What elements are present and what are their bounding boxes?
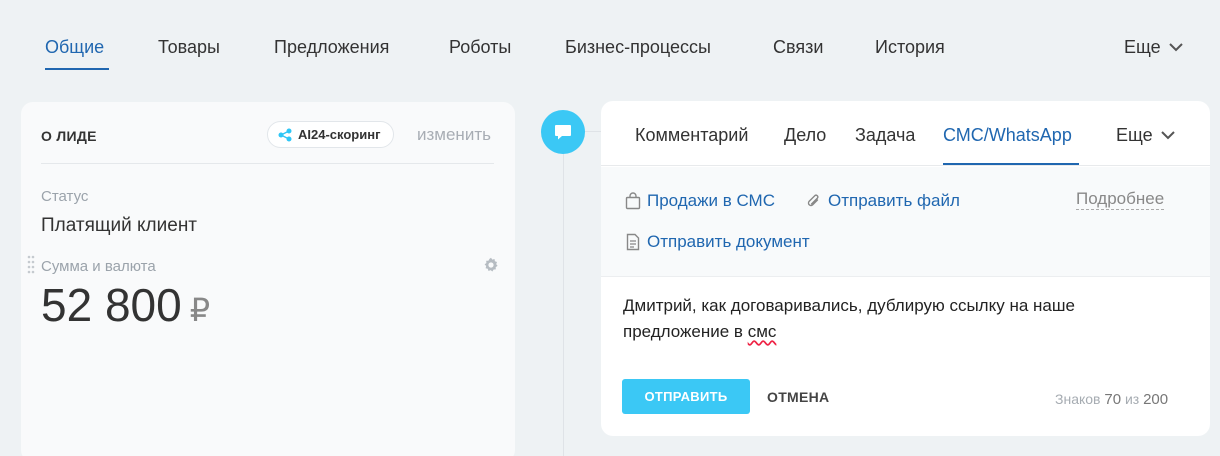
- amount-value[interactable]: 52 800 ₽: [41, 278, 210, 332]
- more-details-link[interactable]: Подробнее: [1076, 189, 1165, 210]
- top-more-button[interactable]: Еще: [1124, 37, 1183, 58]
- ai-scoring-badge[interactable]: AI24-скоринг: [267, 121, 394, 148]
- top-tabs: Общие Товары Предложения Роботы Бизнес-п…: [0, 0, 1220, 96]
- tab-deal[interactable]: Дело: [784, 125, 826, 146]
- activity-more-button[interactable]: Еще: [1116, 125, 1175, 146]
- send-file-label: Отправить файл: [828, 191, 960, 210]
- cancel-button[interactable]: ОТМЕНА: [767, 389, 829, 405]
- gear-icon[interactable]: [483, 257, 499, 273]
- char-counter-value: 70: [1104, 391, 1122, 408]
- tab-offers[interactable]: Предложения: [274, 37, 389, 58]
- send-document-label: Отправить документ: [647, 232, 810, 251]
- chevron-down-icon: [1168, 43, 1183, 52]
- timeline-connector: [585, 131, 601, 132]
- message-textarea[interactable]: Дмитрий, как договаривались, дублирую сс…: [623, 293, 1183, 345]
- status-value[interactable]: Платящий клиент: [41, 215, 197, 237]
- char-counter-max: 200: [1143, 391, 1169, 408]
- status-label: Статус: [41, 188, 89, 205]
- amount-number: 52 800: [41, 279, 182, 331]
- tab-task[interactable]: Задача: [855, 125, 915, 146]
- message-line-2: предложение в смс: [623, 319, 1183, 345]
- chat-bubble-icon: [555, 124, 571, 139]
- active-tab-underline: [45, 68, 109, 70]
- shopping-bag-icon: [625, 192, 641, 210]
- send-document-link[interactable]: Отправить документ: [625, 232, 810, 252]
- send-button[interactable]: ОТПРАВИТЬ: [622, 379, 750, 414]
- tab-relations[interactable]: Связи: [773, 37, 823, 58]
- sms-tools-panel: Продажи в СМС Отправить файл Подробнее О…: [601, 167, 1210, 277]
- tab-robots[interactable]: Роботы: [449, 37, 511, 58]
- drag-handle-icon[interactable]: [27, 254, 35, 274]
- timeline-comment-marker: [541, 110, 585, 154]
- tab-comment[interactable]: Комментарий: [635, 125, 748, 146]
- timeline-line: [563, 150, 564, 456]
- message-line-2-text: предложение в: [623, 322, 748, 341]
- sales-sms-link[interactable]: Продажи в СМС: [625, 191, 775, 211]
- char-counter-prefix: Знаков: [1055, 391, 1101, 407]
- card-divider: [41, 163, 494, 164]
- char-counter-sep: из: [1124, 391, 1140, 407]
- activity-tabs: Комментарий Дело Задача СМС/WhatsApp Еще: [601, 101, 1210, 166]
- tab-business-processes[interactable]: Бизнес-процессы: [565, 37, 711, 58]
- send-file-link[interactable]: Отправить файл: [806, 191, 960, 211]
- tab-products[interactable]: Товары: [158, 37, 220, 58]
- chevron-down-icon: [1160, 131, 1175, 140]
- lead-info-card: О ЛИДЕ AI24-скоринг изменить Статус Плат…: [21, 102, 515, 456]
- misspelled-word: смс: [747, 322, 777, 341]
- top-more-label: Еще: [1124, 37, 1161, 57]
- document-icon: [626, 233, 640, 251]
- paperclip-icon: [807, 194, 819, 207]
- activity-editor-card: Комментарий Дело Задача СМС/WhatsApp Еще…: [601, 101, 1210, 436]
- tab-history[interactable]: История: [875, 37, 945, 58]
- active-tab-underline: [943, 163, 1079, 165]
- activity-more-label: Еще: [1116, 125, 1153, 145]
- tab-general[interactable]: Общие: [45, 37, 104, 58]
- message-line-1: Дмитрий, как договаривались, дублирую сс…: [623, 296, 1075, 315]
- sales-sms-label: Продажи в СМС: [647, 191, 775, 210]
- ai-scoring-icon: [278, 128, 292, 141]
- char-counter: Знаков 70 из 200: [1055, 391, 1168, 408]
- currency-sign: ₽: [189, 292, 211, 328]
- tab-sms-whatsapp[interactable]: СМС/WhatsApp: [943, 125, 1072, 146]
- amount-label: Сумма и валюта: [41, 258, 156, 275]
- card-title: О ЛИДЕ: [41, 128, 97, 144]
- ai-scoring-label: AI24-скоринг: [298, 127, 381, 142]
- change-link[interactable]: изменить: [417, 125, 491, 145]
